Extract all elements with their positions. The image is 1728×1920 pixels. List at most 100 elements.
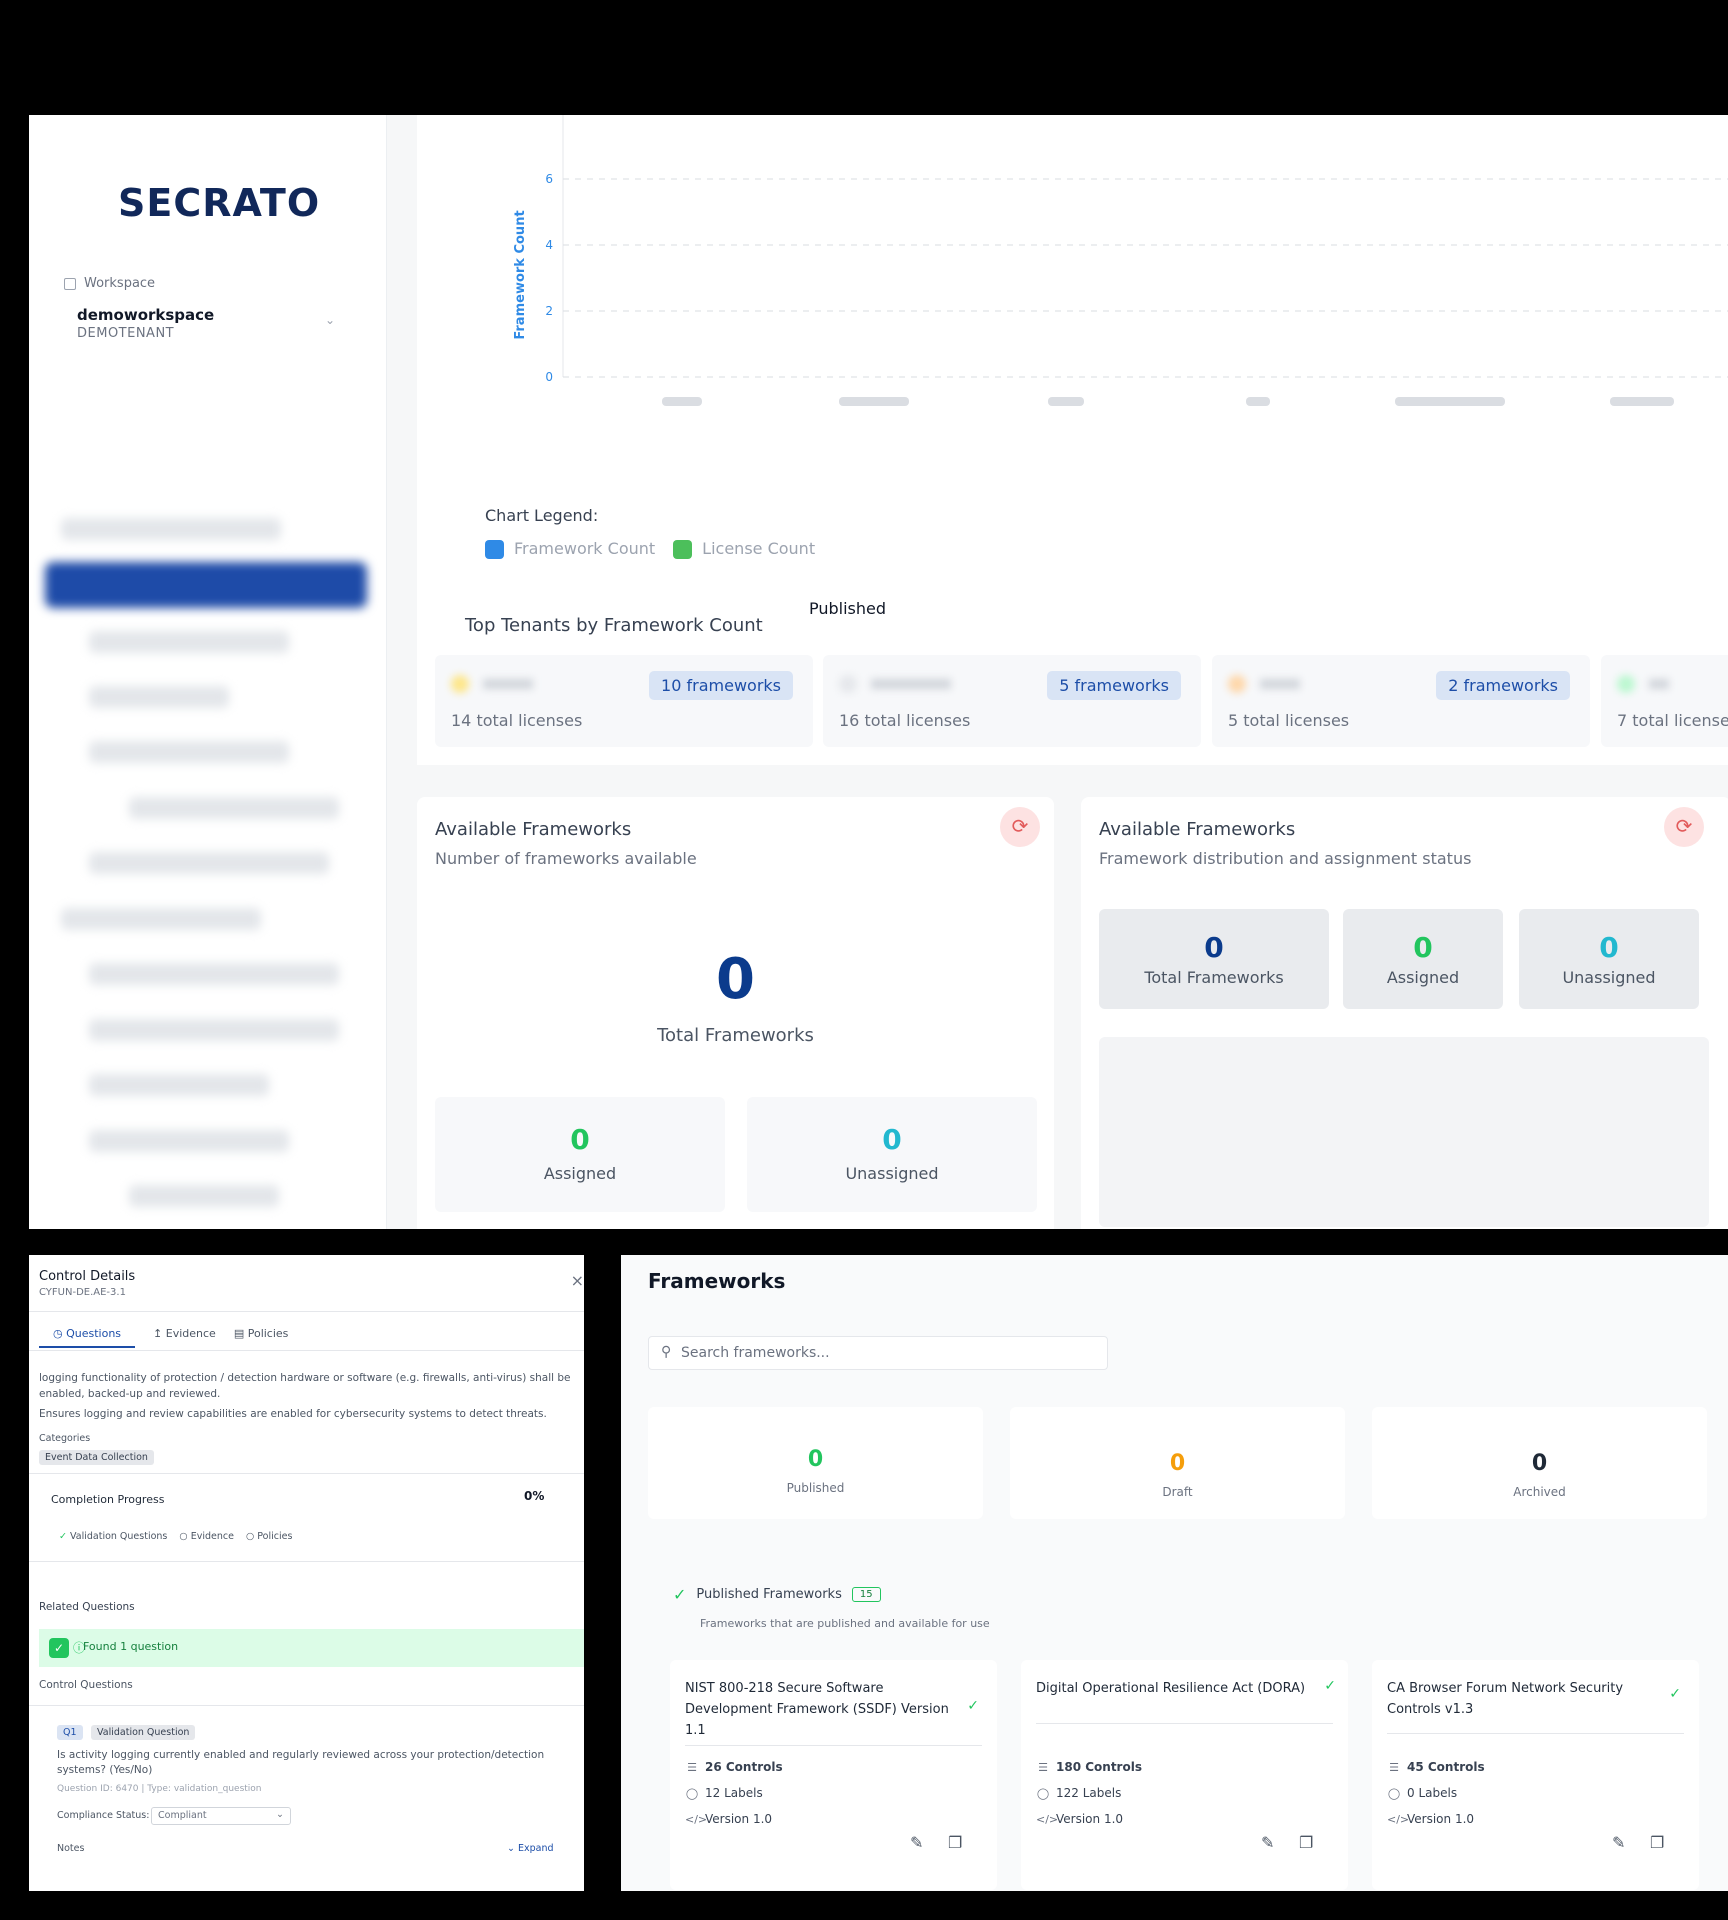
- circle-icon: ○: [179, 1531, 188, 1542]
- framework-name: Digital Operational Resilience Act (DORA…: [1036, 1681, 1306, 1696]
- sidebar-item-blurred[interactable]: [89, 963, 339, 985]
- sidebar-nav-blurred: [29, 380, 387, 1220]
- building-icon: [64, 277, 76, 290]
- control-questions-label: Control Questions: [39, 1679, 133, 1691]
- sidebar-item-blurred[interactable]: [89, 1019, 339, 1041]
- section-subtitle: Frameworks that are published and availa…: [700, 1617, 990, 1630]
- progress-value: 0%: [524, 1489, 545, 1503]
- edit-icon[interactable]: ✎: [1612, 1833, 1625, 1852]
- total-frameworks-label: Total Frameworks: [657, 1025, 814, 1046]
- divider: [29, 1473, 584, 1474]
- license-total: 7 total licenses: [1617, 711, 1728, 730]
- archived-label: Archived: [1513, 1485, 1566, 1499]
- top-tenants-title: Top Tenants by Framework Count: [465, 615, 763, 636]
- draft-value: 0: [1169, 1451, 1186, 1476]
- control-objective: Ensures logging and review capabilities …: [39, 1408, 547, 1420]
- close-icon[interactable]: ×: [571, 1271, 584, 1290]
- sidebar-item-blurred[interactable]: [129, 797, 339, 819]
- x-tick-label-blurred: [1610, 397, 1674, 406]
- y-axis-label: Framework Count: [513, 210, 528, 339]
- divider: [29, 1311, 584, 1312]
- tab-label: Evidence: [165, 1327, 216, 1340]
- license-total: 5 total licenses: [1228, 711, 1350, 730]
- draft-stat: 0 Draft: [1010, 1407, 1345, 1519]
- found-text: Found 1 question: [83, 1640, 179, 1653]
- tenant-name-blurred: [837, 673, 957, 695]
- chevron-down-icon[interactable]: ⌄: [325, 313, 335, 327]
- assigned-stat: 0 Assigned: [435, 1097, 725, 1212]
- y-tick-label: 0: [545, 370, 553, 384]
- sidebar-item-blurred[interactable]: [61, 518, 281, 540]
- legend-label: License Count: [702, 539, 816, 558]
- chart-legend-title: Chart Legend:: [485, 506, 599, 525]
- question-meta: Question ID: 6470 | Type: validation_que…: [57, 1784, 262, 1794]
- published-label: Published: [786, 1481, 845, 1495]
- tenant-card[interactable]: 10 frameworks 14 total licenses: [435, 655, 813, 747]
- sidebar-item-blurred[interactable]: [89, 1074, 269, 1096]
- card-title: Available Frameworks: [1099, 819, 1296, 840]
- y-tick-label: 4: [545, 238, 553, 252]
- tab-questions[interactable]: ◷ Questions: [39, 1327, 136, 1348]
- refresh-icon[interactable]: ⟳: [1000, 807, 1040, 847]
- expand-button[interactable]: ⌄ Expand: [507, 1843, 554, 1854]
- divider: [29, 1561, 584, 1562]
- page-title: Frameworks: [648, 1269, 786, 1293]
- card-subtitle: Framework distribution and assignment st…: [1099, 849, 1472, 868]
- divider: [1387, 1733, 1684, 1734]
- license-total: 16 total licenses: [839, 711, 971, 730]
- framework-distribution-card: Available Frameworks Framework distribut…: [1081, 797, 1728, 1229]
- copy-icon[interactable]: ❐: [1299, 1833, 1313, 1852]
- sidebar-item-blurred[interactable]: [89, 686, 229, 708]
- found-question-banner: ✓ ⓘ Found 1 question: [39, 1629, 584, 1667]
- search-input[interactable]: ⚲ Search frameworks...: [648, 1336, 1108, 1370]
- tenant-card[interactable]: 7 total licenses: [1601, 655, 1728, 747]
- question-type-chip: Validation Question: [91, 1725, 196, 1740]
- copy-icon[interactable]: ❐: [948, 1833, 962, 1852]
- published-frameworks-header[interactable]: ✓ Published Frameworks 15: [673, 1585, 881, 1604]
- y-tick-label: 2: [545, 304, 553, 318]
- sidebar-item-frameworks-active[interactable]: [45, 562, 367, 608]
- unassigned-value: 0: [882, 1123, 902, 1156]
- chart-legend: Framework Count License Count: [485, 539, 815, 559]
- panel-title: Control Details: [39, 1269, 136, 1284]
- available-frameworks-card: Available Frameworks Number of framework…: [417, 797, 1054, 1229]
- tenant-card[interactable]: 2 frameworks 5 total licenses: [1212, 655, 1590, 747]
- framework-card[interactable]: NIST 800-218 Secure Software Development…: [670, 1660, 997, 1890]
- list-icon: ☰: [687, 1760, 697, 1774]
- select-value: Compliant: [158, 1810, 207, 1821]
- sidebar-item-blurred[interactable]: [89, 741, 289, 763]
- edit-icon[interactable]: ✎: [910, 1833, 923, 1852]
- copy-icon[interactable]: ❐: [1650, 1833, 1664, 1852]
- compliance-status-select[interactable]: Compliant ⌄: [151, 1807, 291, 1825]
- x-tick-label-blurred: [1048, 397, 1084, 406]
- progress-label: Completion Progress: [51, 1493, 165, 1506]
- count-badge: 15: [851, 1587, 881, 1602]
- tab-evidence[interactable]: ↥ Evidence: [153, 1327, 216, 1348]
- workspace-name[interactable]: demoworkspace: [77, 306, 214, 324]
- version: </> Version 1.0: [685, 1812, 773, 1826]
- x-tick-label-blurred: [839, 397, 909, 406]
- assigned-value: 0: [1413, 931, 1433, 964]
- framework-card[interactable]: Digital Operational Resilience Act (DORA…: [1021, 1660, 1348, 1890]
- tenant-card[interactable]: 5 frameworks 16 total licenses: [823, 655, 1201, 747]
- total-label: Total Frameworks: [1144, 968, 1284, 987]
- sidebar-item-blurred[interactable]: [129, 1185, 279, 1207]
- sidebar-item-blurred[interactable]: [61, 908, 261, 930]
- code-icon: </>: [1036, 1812, 1059, 1826]
- legend-swatch-green: [673, 540, 693, 559]
- framework-card[interactable]: CA Browser Forum Network Security Contro…: [1372, 1660, 1699, 1890]
- archived-stat: 0 Archived: [1372, 1407, 1707, 1519]
- tab-policies[interactable]: ▤ Policies: [234, 1327, 289, 1348]
- question-number-chip: Q1: [57, 1725, 83, 1740]
- document-icon: ▤: [233, 1327, 248, 1340]
- check-icon: ✓: [59, 1531, 67, 1542]
- edit-icon[interactable]: ✎: [1261, 1833, 1274, 1852]
- sidebar-item-blurred[interactable]: [89, 1130, 289, 1152]
- frameworks-panel: Frameworks ⚲ Search frameworks... 0 Publ…: [621, 1255, 1728, 1891]
- legend-item-license-count[interactable]: License Count: [673, 539, 815, 559]
- secrato-logo: SECRATO: [118, 181, 321, 225]
- legend-item-framework-count[interactable]: Framework Count: [485, 539, 655, 559]
- refresh-icon[interactable]: ⟳: [1664, 807, 1704, 847]
- sidebar-item-blurred[interactable]: [89, 852, 329, 874]
- sidebar-item-blurred[interactable]: [89, 631, 289, 653]
